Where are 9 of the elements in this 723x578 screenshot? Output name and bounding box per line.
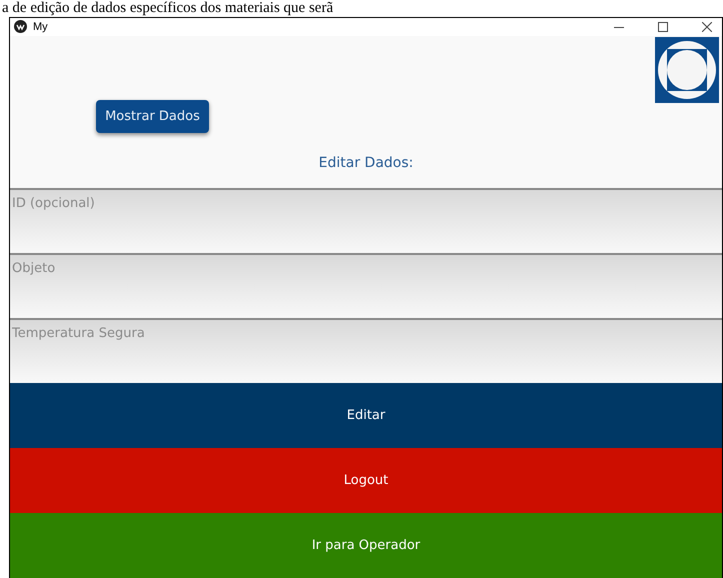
action-button[interactable]: Logout xyxy=(10,448,722,513)
form-heading: Editar Dados: xyxy=(318,154,414,171)
maximize-icon[interactable] xyxy=(658,22,668,32)
show-data-button[interactable]: Mostrar Dados xyxy=(96,100,209,133)
window-title: My xyxy=(33,20,48,33)
document-caption: a de edição de dados específicos dos materiais que serã xyxy=(1,0,334,17)
close-icon[interactable] xyxy=(702,22,712,32)
action-button[interactable]: Editar xyxy=(10,383,722,448)
action-button[interactable]: Ir para Operador xyxy=(10,513,722,578)
